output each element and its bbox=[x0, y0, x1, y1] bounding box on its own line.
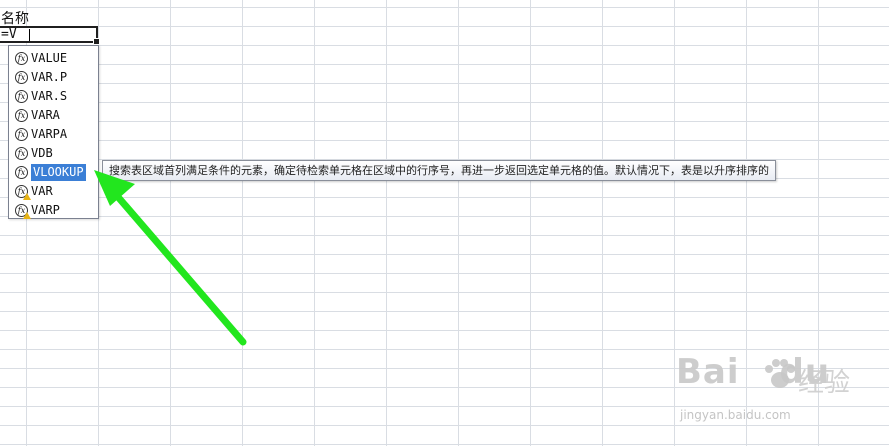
watermark-brand-a: Bai bbox=[676, 352, 740, 392]
watermark-url: jingyan.baidu.com bbox=[680, 408, 791, 422]
baidu-jingyan-watermark: Bai du 经验 jingyan.baidu.com bbox=[676, 352, 886, 442]
arrow-shaft bbox=[108, 186, 247, 346]
paw-icon bbox=[765, 359, 795, 388]
watermark-jingyan-text: 经验 bbox=[798, 368, 851, 398]
arrow-head bbox=[94, 170, 135, 206]
